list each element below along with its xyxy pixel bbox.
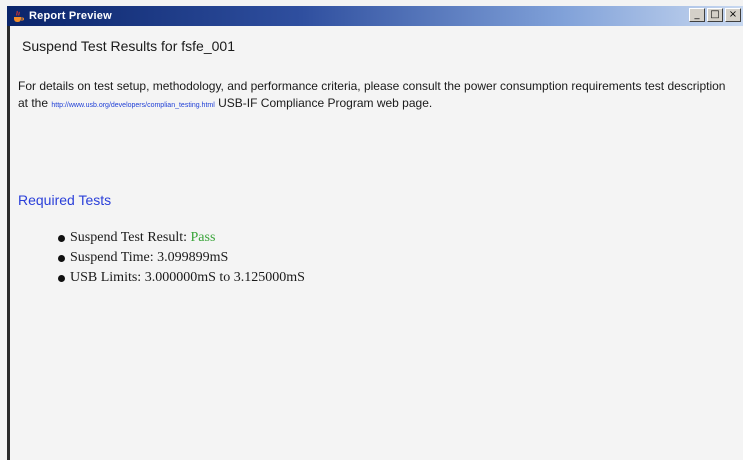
- usb-compliance-link[interactable]: http://www.usb.org/developers/complian_t…: [51, 102, 214, 109]
- maximize-button[interactable]: □: [707, 8, 723, 22]
- intro-paragraph: For details on test setup, methodology, …: [18, 78, 733, 114]
- window-title: Report Preview: [29, 10, 112, 22]
- required-tests-heading: Required Tests: [18, 192, 112, 208]
- list-item-suspend-result: Suspend Test Result: Pass: [58, 228, 305, 248]
- window-controls: _ □ ×: [689, 8, 741, 22]
- intro-text-after-link: USB-IF Compliance Program web page.: [214, 96, 433, 110]
- close-button[interactable]: ×: [725, 8, 741, 22]
- result-value: 3.000000mS to 3.125000mS: [144, 270, 305, 285]
- bullet-icon: [58, 275, 65, 282]
- minimize-button[interactable]: _: [689, 8, 705, 22]
- result-label: Suspend Test Result:: [70, 230, 191, 245]
- minimize-icon: _: [694, 9, 700, 20]
- list-item-suspend-time: Suspend Time: 3.099899mS: [58, 248, 305, 268]
- java-cup-icon: [11, 9, 25, 23]
- list-item-usb-limits: USB Limits: 3.000000mS to 3.125000mS: [58, 268, 305, 288]
- results-list: Suspend Test Result: Pass Suspend Time: …: [58, 228, 305, 288]
- report-heading: Suspend Test Results for fsfe_001: [22, 38, 235, 54]
- title-bar[interactable]: Report Preview _ □ ×: [7, 6, 743, 26]
- close-icon: ×: [728, 9, 738, 20]
- maximize-icon: □: [710, 9, 720, 20]
- result-label: USB Limits:: [70, 270, 145, 285]
- result-value: 3.099899mS: [157, 250, 229, 265]
- report-content[interactable]: Suspend Test Results for fsfe_001 For de…: [7, 26, 743, 460]
- report-preview-window: Report Preview _ □ × Suspend Test Result…: [0, 0, 743, 460]
- result-value-pass: Pass: [190, 230, 216, 245]
- bullet-icon: [58, 235, 65, 242]
- bullet-icon: [58, 255, 65, 262]
- result-label: Suspend Time:: [70, 250, 158, 265]
